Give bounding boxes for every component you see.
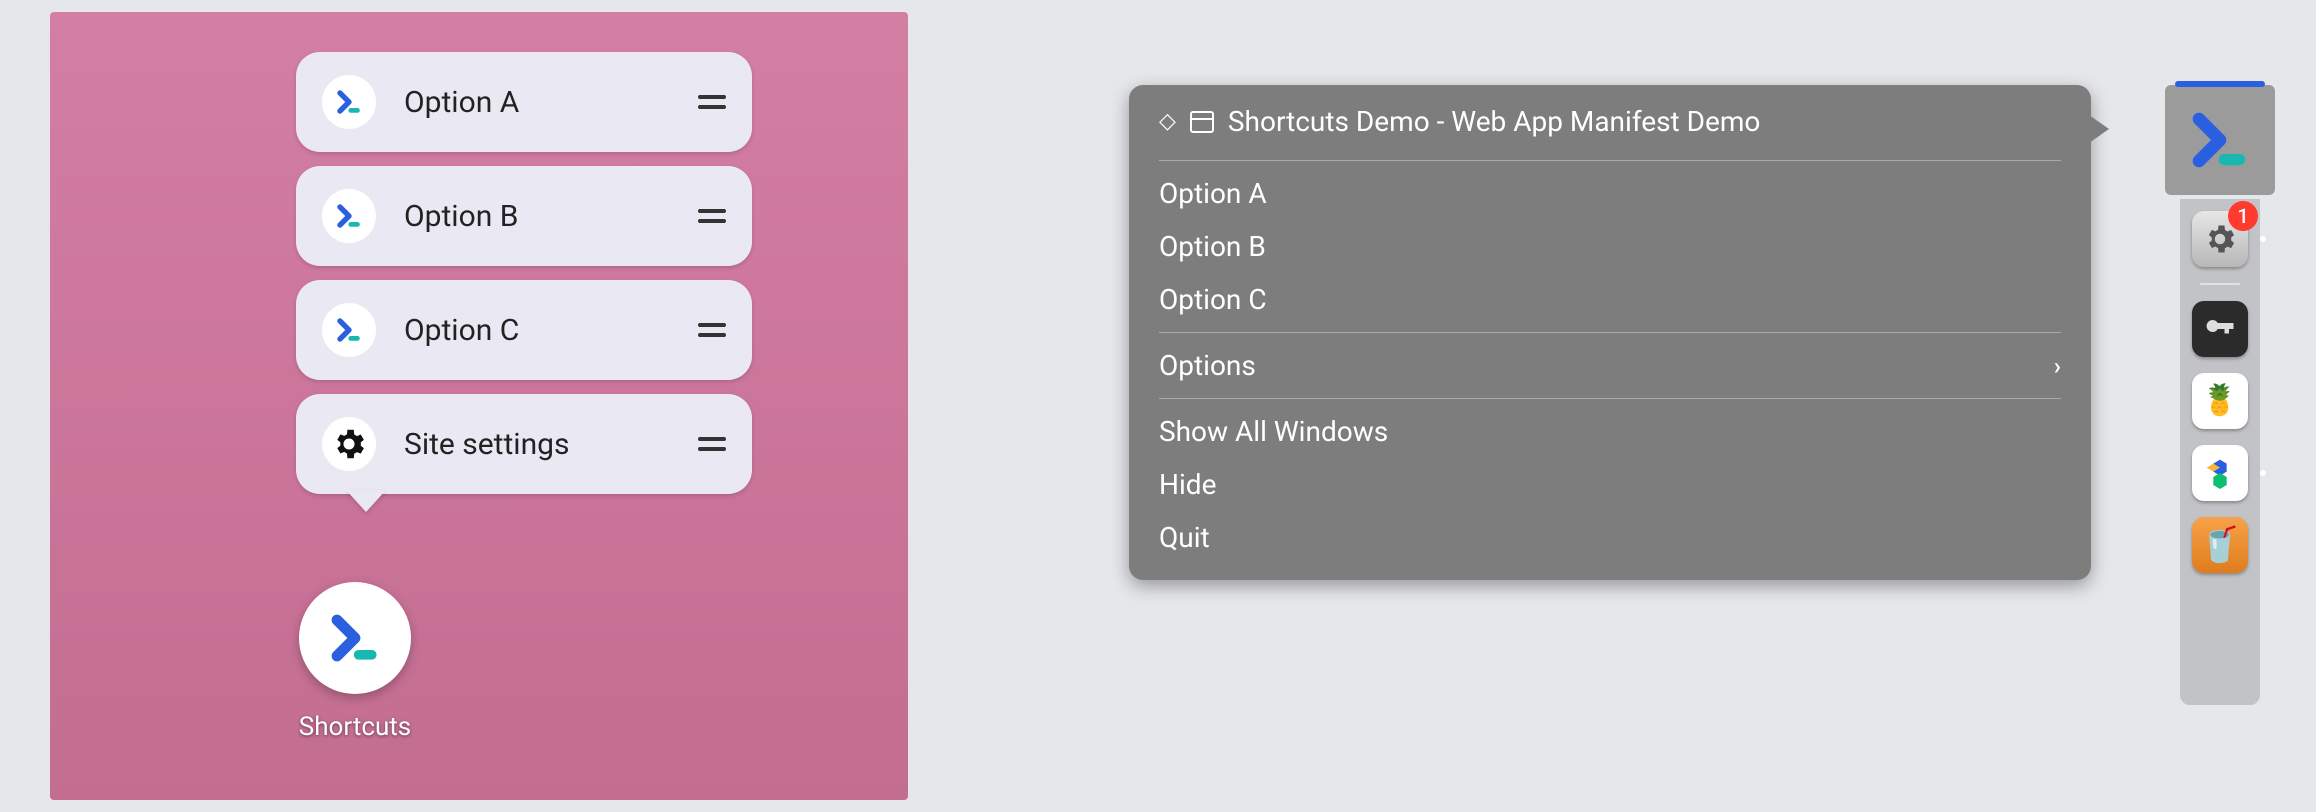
menu-item-label: Option A	[1159, 177, 1267, 210]
dock-strip: 1 🍍 🥤	[2165, 85, 2275, 705]
drag-handle-icon[interactable]	[698, 321, 726, 339]
menu-item-show-all-windows[interactable]: Show All Windows	[1129, 405, 2091, 458]
menu-item-option-c[interactable]: Option C	[1129, 273, 2091, 326]
shortcut-option-b[interactable]: Option B	[296, 166, 752, 266]
running-indicator-icon	[2260, 236, 2266, 242]
window-icon	[1190, 111, 1214, 133]
dock-background: 1 🍍 🥤	[2180, 199, 2260, 705]
dock-app-orange[interactable]: 🥤	[2192, 517, 2248, 573]
menu-separator	[1159, 160, 2061, 161]
dock-app-system-settings[interactable]: 1	[2192, 211, 2248, 267]
drag-handle-icon[interactable]	[698, 435, 726, 453]
notification-badge: 1	[2228, 201, 2258, 231]
shortcut-label: Option B	[404, 199, 698, 234]
menu-item-label: Option C	[1159, 283, 1267, 316]
shortcut-option-a[interactable]: Option A	[296, 52, 752, 152]
app-logo-icon	[299, 582, 411, 694]
shortcut-option-c[interactable]: Option C	[296, 280, 752, 380]
shortcut-label: Option C	[404, 313, 698, 348]
diamond-icon: ◇	[1159, 111, 1176, 133]
dock-separator	[2200, 283, 2240, 285]
app-logo-icon	[322, 303, 376, 357]
drag-handle-icon[interactable]	[698, 207, 726, 225]
popover-tail-icon	[346, 490, 386, 512]
menu-item-option-a[interactable]: Option A	[1129, 167, 2091, 220]
dock-app-keychain[interactable]	[2192, 301, 2248, 357]
chevron-right-icon: ›	[2054, 352, 2061, 380]
menu-item-options[interactable]: Options ›	[1129, 339, 2091, 392]
shortcut-list: Option A Option B Option C Site settings	[296, 52, 752, 494]
running-indicator-icon	[2260, 470, 2266, 476]
android-shortcuts-panel: Option A Option B Option C Site settings	[50, 12, 908, 800]
mac-dock-area: ◇ Shortcuts Demo - Web App Manifest Demo…	[1105, 85, 2275, 705]
menu-item-label: Quit	[1159, 521, 1210, 554]
menu-item-label: Options	[1159, 349, 1256, 382]
menu-item-label: Hide	[1159, 468, 1216, 501]
menu-title: Shortcuts Demo - Web App Manifest Demo	[1228, 105, 1760, 138]
dock-app-android-studio[interactable]	[2192, 445, 2248, 501]
menu-item-label: Option B	[1159, 230, 1266, 263]
menu-item-option-b[interactable]: Option B	[1129, 220, 2091, 273]
dock-context-menu: ◇ Shortcuts Demo - Web App Manifest Demo…	[1129, 85, 2091, 580]
site-settings-label: Site settings	[404, 427, 698, 462]
gear-icon	[322, 417, 376, 471]
site-settings-card[interactable]: Site settings	[296, 394, 752, 494]
menu-item-quit[interactable]: Quit	[1129, 511, 2091, 564]
app-launcher-label: Shortcuts	[295, 712, 415, 742]
dock-app-shortcuts-demo[interactable]	[2165, 85, 2275, 195]
app-logo-icon	[322, 189, 376, 243]
menu-separator	[1159, 398, 2061, 399]
app-logo-icon	[322, 75, 376, 129]
dock-app-pineapple[interactable]: 🍍	[2192, 373, 2248, 429]
menu-title-row[interactable]: ◇ Shortcuts Demo - Web App Manifest Demo	[1129, 95, 2091, 154]
menu-item-hide[interactable]: Hide	[1129, 458, 2091, 511]
menu-separator	[1159, 332, 2061, 333]
menu-item-label: Show All Windows	[1159, 415, 1388, 448]
app-launcher-icon[interactable]: Shortcuts	[295, 582, 415, 742]
drag-handle-icon[interactable]	[698, 93, 726, 111]
shortcut-label: Option A	[404, 85, 698, 120]
